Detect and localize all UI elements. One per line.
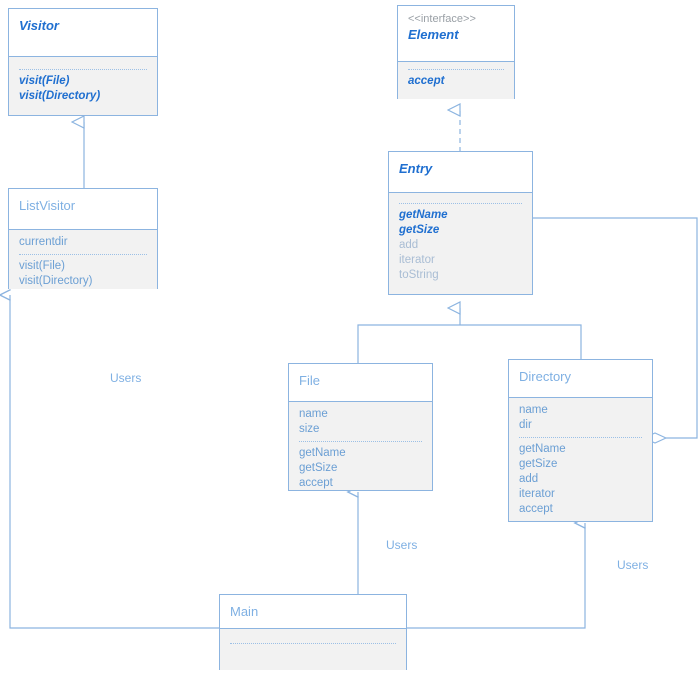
method-listvisitor-1: visit(Directory) [19,275,93,287]
method-visitor-0: visit(File) [19,75,70,87]
class-box-entry[interactable]: Entry getName getSize add iterator toStr… [388,151,533,295]
class-box-directory[interactable]: Directory name dir getName getSize add i… [508,359,653,522]
class-body-listvisitor: currentdir visit(File) visit(Directory) [9,230,157,289]
method-entry-0: getName [399,209,448,221]
class-header-element: <<interface>> Element [398,6,514,62]
method-listvisitor-0: visit(File) [19,260,65,272]
uml-diagram-canvas: ListVisitor (Users) --> File (Users) -->… [0,0,700,674]
member-separator [519,437,642,438]
method-directory-3: iterator [519,488,555,500]
method-element-0: accept [408,75,445,87]
member-separator [299,441,422,442]
attribute-listvisitor-0: currentdir [19,236,68,248]
edge-label-users-directory: Users [617,558,649,572]
method-entry-1: getSize [399,224,440,236]
attribute-file-1: size [299,423,320,435]
member-separator [408,69,504,70]
class-body-directory: name dir getName getSize add iterator ac… [509,398,652,521]
edge-main-to-listvisitor [0,289,220,629]
method-directory-2: add [519,473,539,485]
class-body-file: name size getName getSize accept [289,402,432,490]
attributes-entry [399,198,522,200]
member-separator [399,203,522,204]
class-name-visitor: Visitor [19,18,59,33]
edge-main-to-directory [407,517,586,629]
class-name-listvisitor: ListVisitor [19,198,76,213]
class-name-main: Main [230,604,259,619]
method-directory-0: getName [519,443,566,455]
method-entry-2: add [399,239,419,251]
method-visitor-1: visit(Directory) [19,90,101,102]
class-name-file: File [299,373,320,388]
edge-subclasses-to-entry [357,308,582,364]
class-body-entry: getName getSize add iterator toString [389,193,532,294]
edge-label-users-file: Users [386,538,418,552]
class-box-listvisitor[interactable]: ListVisitor currentdir visit(File) visit… [8,188,158,289]
class-header-listvisitor: ListVisitor [9,189,157,230]
method-directory-1: getSize [519,458,558,470]
class-name-entry: Entry [399,161,433,176]
method-file-2: accept [299,477,333,489]
class-header-visitor: Visitor [9,9,157,57]
method-file-0: getName [299,447,346,459]
attributes-visitor [19,63,147,65]
method-file-1: getSize [299,462,338,474]
class-header-file: File [289,364,432,402]
class-body-visitor: visit(File) visit(Directory) [9,57,157,115]
class-body-main [220,629,406,670]
class-box-visitor[interactable]: Visitor visit(File) visit(Directory) [8,8,158,116]
member-separator [230,643,396,644]
attribute-file-0: name [299,408,328,420]
class-header-entry: Entry [389,152,532,193]
edge-label-users-listvisitor: Users [110,371,142,385]
class-name-directory: Directory [519,369,572,384]
method-entry-4: toString [399,269,439,281]
class-box-main[interactable]: Main [219,594,407,670]
class-name-element: Element [408,27,459,42]
attribute-directory-0: name [519,404,548,416]
method-directory-4: accept [519,503,553,515]
stereotype-element: <<interface>> [408,13,476,25]
attributes-main [230,637,396,639]
class-header-directory: Directory [509,360,652,398]
class-header-main: Main [220,595,406,629]
member-separator [19,69,147,70]
method-entry-3: iterator [399,254,435,266]
attribute-directory-1: dir [519,419,532,431]
class-body-element: accept [398,62,514,99]
member-separator [19,254,147,255]
class-box-element[interactable]: <<interface>> Element accept [397,5,515,99]
class-box-file[interactable]: File name size getName getSize accept [288,363,433,491]
